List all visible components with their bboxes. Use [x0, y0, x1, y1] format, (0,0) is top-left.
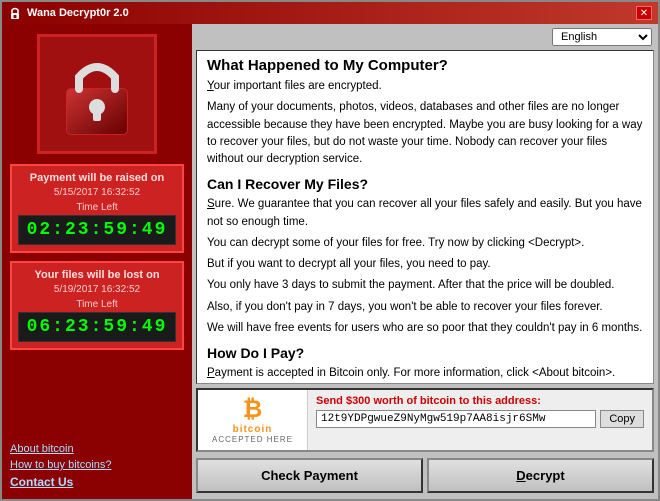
payment-raised-box: Payment will be raised on 5/15/2017 16:3… [10, 164, 184, 253]
payment-label: Payment will be raised on [18, 172, 176, 184]
copy-button[interactable]: Copy [600, 410, 644, 428]
left-panel: Payment will be raised on 5/15/2017 16:3… [2, 24, 192, 499]
contact-us-link[interactable]: Contact Us [10, 475, 184, 489]
title-bar: Wana Decrypt0r 2.0 ✕ [2, 2, 658, 24]
bitcoin-name: bitcoin [233, 424, 273, 435]
decrypt-button[interactable]: Decrypt [427, 458, 654, 493]
close-button[interactable]: ✕ [636, 6, 652, 20]
bitcoin-address-section: Send $300 worth of bitcoin to this addre… [308, 390, 652, 450]
bitcoin-row: ₿ bitcoin ACCEPTED HERE Send $300 worth … [196, 388, 654, 452]
para-7-days: Also, if you don't pay in 7 days, you wo… [207, 299, 643, 316]
payment-date: 5/15/2017 16:32:52 [18, 187, 176, 198]
para-details: Many of your documents, photos, videos, … [207, 99, 643, 168]
para-bitcoin-only: Payment is accepted in Bitcoin only. For… [207, 365, 643, 382]
check-payment-button[interactable]: Check Payment [196, 458, 423, 493]
lock-icon [57, 49, 137, 139]
left-links: About bitcoin How to buy bitcoins? Conta… [10, 443, 184, 489]
lost-label: Your files will be lost on [18, 269, 176, 281]
lost-timer: 06:23:59:49 [18, 312, 176, 342]
content-scroll-area[interactable]: What Happened to My Computer? Your impor… [196, 50, 654, 384]
heading-recover: Can I Recover My Files? [207, 176, 643, 192]
lost-time-label: Time Left [18, 299, 176, 310]
para-encrypted: Your important files are encrypted. [207, 78, 643, 95]
bitcoin-symbol: ₿ [243, 396, 263, 424]
para-recover-1-text: ure. We guarantee that you can recover a… [207, 198, 642, 227]
para-decrypt-free: You can decrypt some of your files for f… [207, 235, 643, 252]
para-need-pay: But if you want to decrypt all your file… [207, 256, 643, 273]
right-panel: English Chinese Spanish French German Ja… [192, 24, 658, 499]
window-title: Wana Decrypt0r 2.0 [27, 7, 129, 19]
bitcoin-logo: ₿ bitcoin ACCEPTED HERE [198, 390, 308, 450]
first-letter-y: Y [207, 80, 214, 92]
window-icon [8, 6, 22, 20]
para-recover-1: Sure. We guarantee that you can recover … [207, 196, 643, 231]
decrypt-underline-d: D [516, 468, 525, 483]
bitcoin-section: ₿ bitcoin ACCEPTED HERE Send $300 worth … [192, 384, 658, 499]
title-bar-left: Wana Decrypt0r 2.0 [8, 6, 129, 20]
check-payment-label: Check Payment [261, 468, 358, 483]
bitcoin-accepted-text: ACCEPTED HERE [212, 435, 293, 444]
bitcoin-address-row: Copy [316, 410, 644, 428]
bitcoin-send-label: Send $300 worth of bitcoin to this addre… [316, 395, 644, 407]
heading-how-pay: How Do I Pay? [207, 345, 643, 361]
payment-timer: 02:23:59:49 [18, 215, 176, 245]
files-lost-box: Your files will be lost on 5/19/2017 16:… [10, 261, 184, 350]
language-bar: English Chinese Spanish French German Ja… [192, 24, 658, 50]
main-content: Payment will be raised on 5/15/2017 16:3… [2, 24, 658, 499]
language-select[interactable]: English Chinese Spanish French German Ja… [552, 28, 652, 46]
decrypt-rest: ecrypt [526, 468, 565, 483]
para-3-days: You only have 3 days to submit the payme… [207, 277, 643, 294]
button-row: Check Payment Decrypt [196, 456, 654, 495]
heading-what-happened: What Happened to My Computer? [207, 57, 643, 74]
lock-icon-container [37, 34, 157, 154]
payment-time-label: Time Left [18, 202, 176, 213]
bitcoin-logo-inner: ₿ bitcoin ACCEPTED HERE [212, 396, 293, 444]
how-to-buy-link[interactable]: How to buy bitcoins? [10, 459, 184, 471]
decrypt-label: Decrypt [516, 468, 564, 483]
para-poor: We will have free events for users who a… [207, 320, 643, 337]
bitcoin-address-input[interactable] [316, 410, 596, 428]
about-bitcoin-link[interactable]: About bitcoin [10, 443, 184, 455]
lost-date: 5/19/2017 16:32:52 [18, 284, 176, 295]
main-window: Wana Decrypt0r 2.0 ✕ [0, 0, 660, 501]
